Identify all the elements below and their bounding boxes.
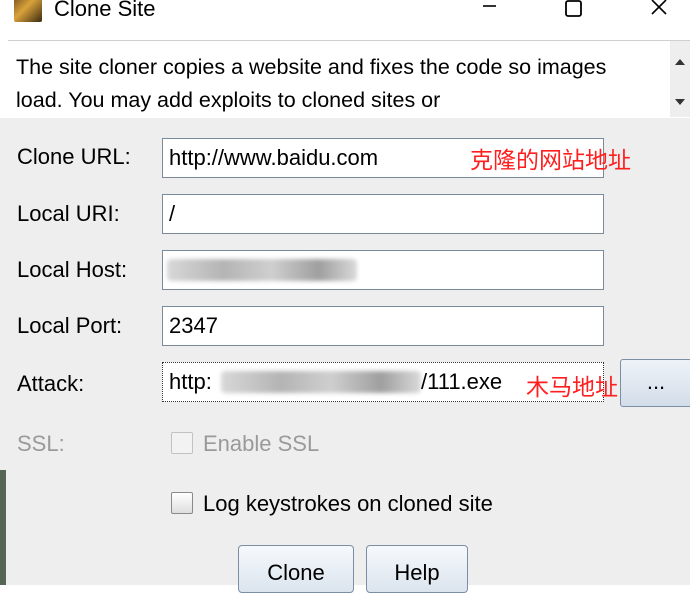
- clone-url-value: http://www.baidu.com: [169, 145, 379, 170]
- minimize-icon[interactable]: [466, 0, 512, 24]
- ssl-label: SSL:: [17, 431, 65, 456]
- local-host-redacted: [167, 259, 357, 281]
- close-icon[interactable]: [636, 0, 682, 24]
- log-keystrokes-label: Log keystrokes on cloned site: [203, 491, 493, 516]
- local-uri-value: /: [169, 201, 176, 226]
- clone-url-annotation: 克隆的网站地址: [470, 148, 631, 174]
- browse-button[interactable]: ...: [620, 359, 690, 407]
- attack-redacted: [221, 371, 421, 393]
- clone-url-label: Clone URL:: [17, 144, 131, 169]
- scroll-up-icon[interactable]: [675, 59, 685, 65]
- attack-value-prefix: http:: [169, 369, 212, 394]
- scroll-down-icon[interactable]: [675, 99, 685, 105]
- window-title: Clone Site: [54, 0, 156, 21]
- description-area[interactable]: The site cloner copies a website and fix…: [8, 40, 690, 117]
- description-text: The site cloner copies a website and fix…: [16, 55, 607, 112]
- maximize-icon[interactable]: [552, 0, 598, 24]
- title-bar: Clone Site: [0, 0, 690, 26]
- attack-value-suffix: /111.exe: [421, 369, 503, 394]
- clone-site-dialog: Clone Site The site cloner copies a webs…: [0, 0, 690, 593]
- log-keystrokes-checkbox[interactable]: [171, 492, 193, 514]
- local-uri-input[interactable]: /: [162, 194, 604, 234]
- attack-label: Attack:: [17, 371, 85, 396]
- local-port-value: 2347: [169, 313, 218, 338]
- enable-ssl-label: Enable SSL: [203, 431, 320, 456]
- enable-ssl-checkbox[interactable]: [171, 432, 193, 454]
- local-host-label: Local Host:: [17, 257, 128, 282]
- local-port-input[interactable]: 2347: [162, 306, 604, 346]
- local-port-label: Local Port:: [17, 313, 123, 338]
- help-button[interactable]: Help: [366, 545, 468, 593]
- attack-annotation: 木马地址: [526, 375, 618, 401]
- app-icon: [14, 0, 42, 22]
- local-uri-label: Local URI:: [17, 201, 120, 226]
- local-host-input[interactable]: [162, 250, 604, 290]
- clone-button[interactable]: Clone: [238, 545, 354, 593]
- description-scrollbar[interactable]: [670, 41, 690, 117]
- background-window-edge: [0, 470, 6, 585]
